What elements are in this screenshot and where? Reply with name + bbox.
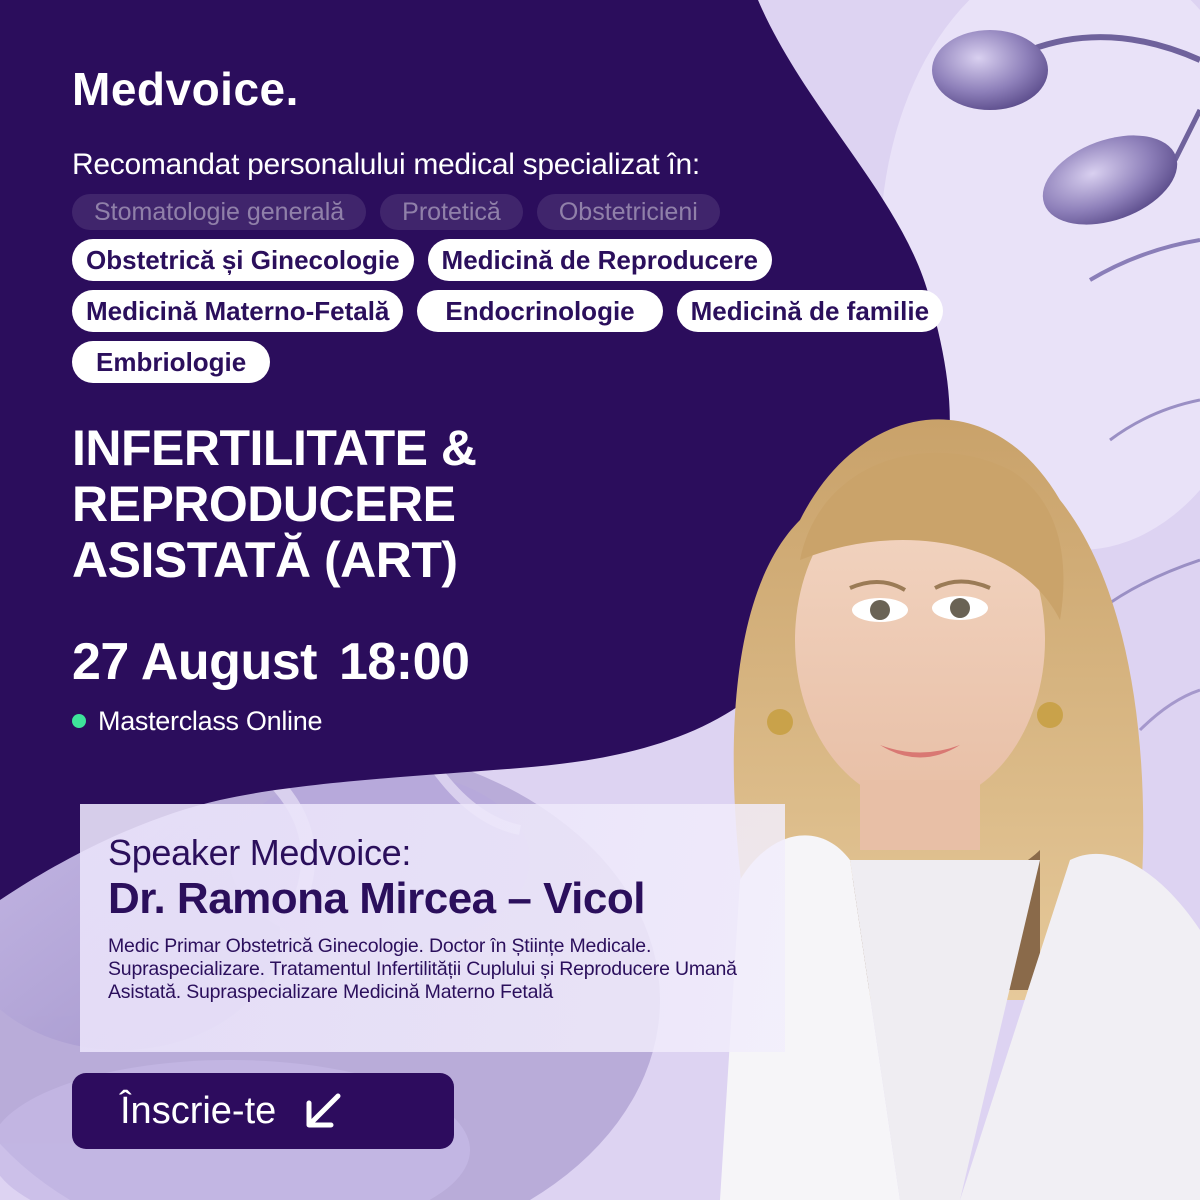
- specialty-tag: Medicină de familie: [676, 290, 944, 332]
- arrow-down-left-icon: [306, 1093, 341, 1128]
- specialty-tag: Medicină de Reproducere: [427, 239, 772, 281]
- event-datetime: 27 August 18:00: [72, 632, 491, 692]
- event-title-line: ASISTATĂ (ART): [72, 532, 458, 588]
- online-status-dot-icon: [72, 714, 86, 728]
- specialty-tag: Medicină Materno-Fetală: [72, 290, 404, 332]
- specialty-tag: Embriologie: [72, 341, 271, 383]
- speaker-description: Medic Primar Obstetrică Ginecologie. Doc…: [108, 935, 737, 1003]
- specialty-tag-row: Obstetrică și Ginecologie Medicină de Re…: [72, 239, 1132, 281]
- specialty-tag: Obstetrică și Ginecologie: [72, 239, 414, 281]
- event-title-line: REPRODUCERE: [72, 476, 456, 532]
- brand-logo: Medvoice.: [72, 63, 299, 115]
- event-title: INFERTILITATE & REPRODUCERE ASISTATĂ (AR…: [72, 420, 477, 588]
- speaker-card: Speaker Medvoice: Dr. Ramona Mircea – Vi…: [80, 804, 785, 1052]
- recommendation-intro: Recomandat personalului medical speciali…: [72, 148, 700, 181]
- event-format: Masterclass Online: [72, 706, 322, 737]
- event-format-label: Masterclass Online: [98, 706, 323, 736]
- register-button[interactable]: Înscrie-te: [72, 1073, 454, 1149]
- specialty-tag: Stomatologie generală: [72, 194, 367, 230]
- speaker-label: Speaker Medvoice:: [108, 832, 412, 873]
- specialty-tag-row: Embriologie: [72, 341, 1132, 383]
- event-time: 18:00: [338, 633, 470, 691]
- specialty-tag: Endocrinologie: [417, 290, 663, 332]
- event-title-line: INFERTILITATE &: [72, 420, 477, 476]
- muted-tag-list: Stomatologie generală Protetică Obstetri…: [72, 194, 1132, 230]
- speaker-name: Dr. Ramona Mircea – Vicol: [108, 874, 645, 923]
- event-date: 27 August: [72, 633, 317, 691]
- register-button-label: Înscrie-te: [120, 1089, 277, 1132]
- promo-canvas: Medvoice. Recomandat personalului medica…: [0, 0, 1200, 1200]
- specialty-tag: Protetică: [380, 194, 523, 230]
- specialty-tag: Obstetricieni: [536, 194, 720, 230]
- specialty-tag-row: Medicină Materno-Fetală Endocrinologie M…: [72, 290, 1132, 332]
